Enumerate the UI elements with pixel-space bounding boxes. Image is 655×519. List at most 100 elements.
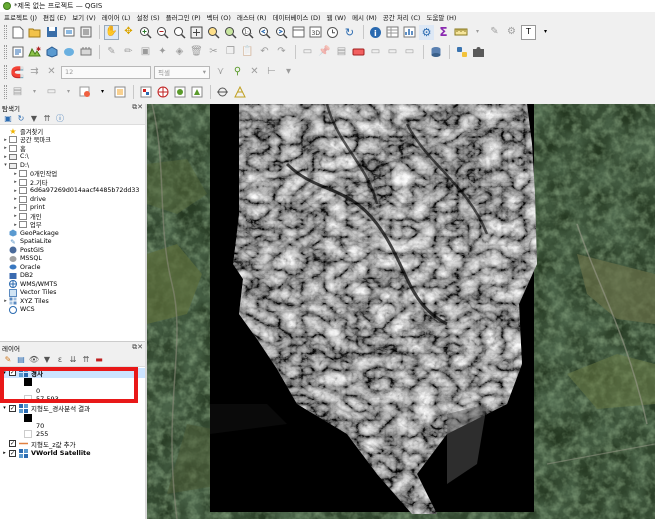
add-wcs-layer-icon[interactable] <box>215 85 230 100</box>
toolbox-gear-icon[interactable]: ⚙ <box>419 24 434 40</box>
identify-features-icon[interactable]: i <box>368 25 383 40</box>
expand-arrow-icon[interactable]: ▸ <box>12 179 19 185</box>
panel-float-close-icon[interactable]: ⧉✕ <box>132 103 143 112</box>
menu-database[interactable]: 데이터베이스 (D) <box>273 12 321 22</box>
menu-edit[interactable]: 편집 (E) <box>43 12 66 22</box>
move-label-icon[interactable]: ▭ <box>368 45 383 60</box>
zoom-next-icon[interactable] <box>274 25 289 40</box>
browser-item[interactable]: ✎ SpatiaLite <box>0 238 145 247</box>
map-canvas[interactable] <box>147 104 655 519</box>
expand-arrow-icon[interactable]: ▸ <box>2 137 9 143</box>
snapping-tolerance-input[interactable]: 12 <box>61 65 151 79</box>
expand-arrow-icon[interactable]: ▸ <box>2 298 9 304</box>
expand-arrow-icon[interactable]: ▸ <box>12 196 19 202</box>
menu-vector[interactable]: 벡터 (O) <box>207 12 231 22</box>
browser-item[interactable]: GeoPackage <box>0 229 145 238</box>
collapse-arrow-icon[interactable]: ▾ <box>0 405 9 411</box>
browser-item[interactable]: ▸ 공간 북마크 <box>0 136 145 144</box>
expand-arrow-icon[interactable]: ▸ <box>2 154 9 160</box>
enable-tracing-icon[interactable]: ✕ <box>247 65 262 80</box>
copy-features-icon[interactable]: ❐ <box>223 45 238 60</box>
panel-float-close-icon[interactable]: ⧉✕ <box>132 343 143 352</box>
expand-arrow-icon[interactable]: ▸ <box>12 213 19 219</box>
new-memory-layer-icon[interactable] <box>78 45 93 60</box>
current-edits-icon[interactable]: ✎ <box>104 45 119 60</box>
db-manager-icon[interactable] <box>428 45 443 60</box>
open-attribute-table-icon[interactable] <box>385 25 400 40</box>
new-project-icon[interactable] <box>10 25 25 40</box>
add-mesh-layer-icon[interactable] <box>232 85 247 100</box>
pan-to-selection-icon[interactable]: ✥ <box>121 25 136 40</box>
add-spatialite-layer-icon[interactable] <box>172 85 187 100</box>
browser-item[interactable]: ▸ drive <box>0 195 145 204</box>
layer-row-z-values[interactable]: ✓ 지형도_z값 추가 <box>0 439 145 449</box>
add-delimited-text-icon[interactable] <box>112 85 127 100</box>
topological-editing-icon[interactable]: ⋎ <box>213 65 228 80</box>
manage-map-themes-icon[interactable]: 👁 <box>29 355 39 365</box>
avoid-overlap-icon[interactable]: ⊢ <box>264 65 279 80</box>
open-layer-styling-icon[interactable]: ✎ <box>3 355 13 365</box>
browser-item[interactable]: ▾ D:\ <box>0 161 145 170</box>
cut-features-icon[interactable]: ✂ <box>206 45 221 60</box>
new-geopackage-icon[interactable] <box>44 45 59 60</box>
menu-project[interactable]: 프로젝트 (J) <box>4 12 37 22</box>
browser-item[interactable]: ▸ print <box>0 204 145 213</box>
zoom-in-icon[interactable] <box>138 25 153 40</box>
open-project-icon[interactable] <box>27 25 42 40</box>
menu-settings[interactable]: 설정 (S) <box>136 12 159 22</box>
new-3d-view-icon[interactable]: 3D <box>308 25 323 40</box>
expand-all-icon[interactable]: ⇊ <box>68 355 78 365</box>
browser-item[interactable]: ▸ 6d6a97269d014aacf4485b72dd33 <box>0 187 145 196</box>
save-edits-icon[interactable]: ▣ <box>138 45 153 60</box>
field-calculator-icon[interactable]: Σ <box>436 25 451 40</box>
zoom-out-icon[interactable] <box>155 25 170 40</box>
expand-arrow-icon[interactable]: ▸ <box>12 171 19 177</box>
data-source-manager-icon[interactable] <box>10 45 25 60</box>
browser-item[interactable]: PostGIS <box>0 246 145 255</box>
browser-item[interactable]: ▸ 업무 <box>0 221 145 229</box>
vertex-tool-icon[interactable]: ◈ <box>172 45 187 60</box>
add-feature-icon[interactable]: ✦ <box>155 45 170 60</box>
expand-arrow-icon[interactable]: ▸ <box>12 205 19 211</box>
menu-layer[interactable]: 레이어 (L) <box>102 12 131 22</box>
menu-raster[interactable]: 래스터 (R) <box>237 12 267 22</box>
add-wms-layer-icon[interactable] <box>155 85 170 100</box>
layer-row-slope-analysis[interactable]: ▾ ✓ 지형도_경사분석 결과 <box>0 403 145 413</box>
rotate-label-icon[interactable]: ▭ <box>385 45 400 60</box>
zoom-last-icon[interactable] <box>257 25 272 40</box>
browser-item[interactable]: ▸ 2.기타 <box>0 178 145 187</box>
delete-selected-icon[interactable]: 🗑 <box>189 45 204 60</box>
expand-arrow-icon[interactable]: ▸ <box>12 222 19 228</box>
highlight-labels-icon[interactable] <box>351 45 366 60</box>
add-group-icon[interactable]: ▤ <box>16 355 26 365</box>
layer-visibility-checkbox[interactable]: ✓ <box>9 404 16 412</box>
layer-row-vworld-satellite[interactable]: ▸ ✓ VWorld Satellite <box>0 448 145 459</box>
browser-item[interactable]: ▸ XYZ Tiles <box>0 297 145 306</box>
plugin-manager-icon[interactable] <box>471 45 486 60</box>
browser-item[interactable]: ▸ 0개인작업 <box>0 170 145 178</box>
zoom-full-icon[interactable] <box>189 25 204 40</box>
browser-item[interactable]: ▸ 개인 <box>0 212 145 221</box>
collapse-all-icon[interactable]: ⇈ <box>81 355 91 365</box>
browser-item[interactable]: Vector Tiles <box>0 288 145 298</box>
menu-web[interactable]: 웹 (W) <box>327 12 347 22</box>
change-label-icon[interactable]: ▭ <box>402 45 417 60</box>
new-spatialite-icon[interactable] <box>61 45 76 60</box>
browser-item[interactable]: DB2 <box>0 272 145 281</box>
snapping-layer-icon[interactable]: ⇉ <box>27 65 42 80</box>
paste-features-icon[interactable]: 📋 <box>240 45 255 60</box>
add-selected-layers-icon[interactable]: ▣ <box>3 114 13 124</box>
zoom-rubberband-icon[interactable] <box>172 25 187 40</box>
menu-plugins[interactable]: 플러그인 (P) <box>166 12 201 22</box>
trace-offset-icon[interactable]: ▾ <box>281 65 296 80</box>
snapping-magnet-icon[interactable]: 🧲 <box>10 65 25 80</box>
text-annotation-icon[interactable]: T <box>521 24 536 40</box>
pin-labels-icon[interactable]: 📌 <box>317 45 332 60</box>
menu-help[interactable]: 도움말 (H) <box>426 12 456 22</box>
save-project-icon[interactable] <box>44 25 59 40</box>
expand-arrow-icon[interactable]: ▸ <box>2 145 9 151</box>
expand-arrow-icon[interactable]: ▸ <box>0 450 9 456</box>
label-tool-icon[interactable]: ▭ <box>300 45 315 60</box>
zoom-selection-icon[interactable] <box>206 25 221 40</box>
map-tips-icon[interactable]: ✎ <box>487 25 502 40</box>
